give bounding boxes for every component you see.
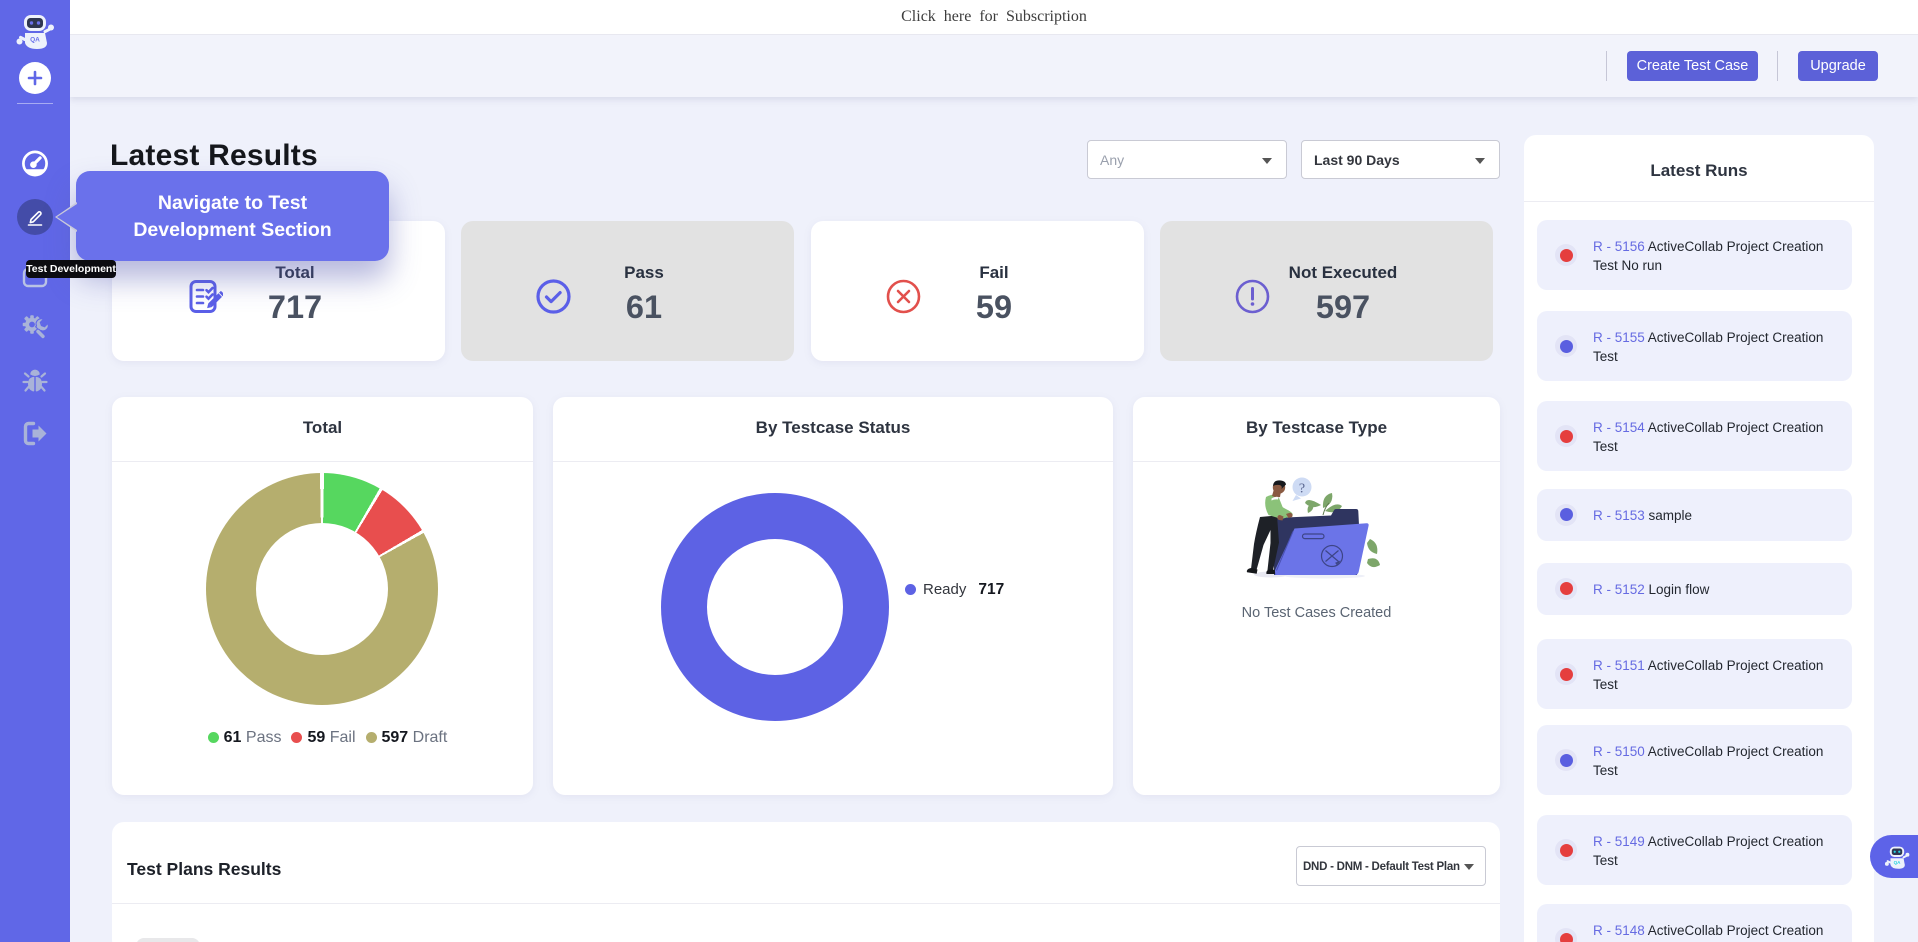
svg-text:QA: QA: [1894, 860, 1902, 865]
svg-text:?: ?: [1299, 482, 1305, 497]
svg-text:QA: QA: [30, 37, 40, 44]
